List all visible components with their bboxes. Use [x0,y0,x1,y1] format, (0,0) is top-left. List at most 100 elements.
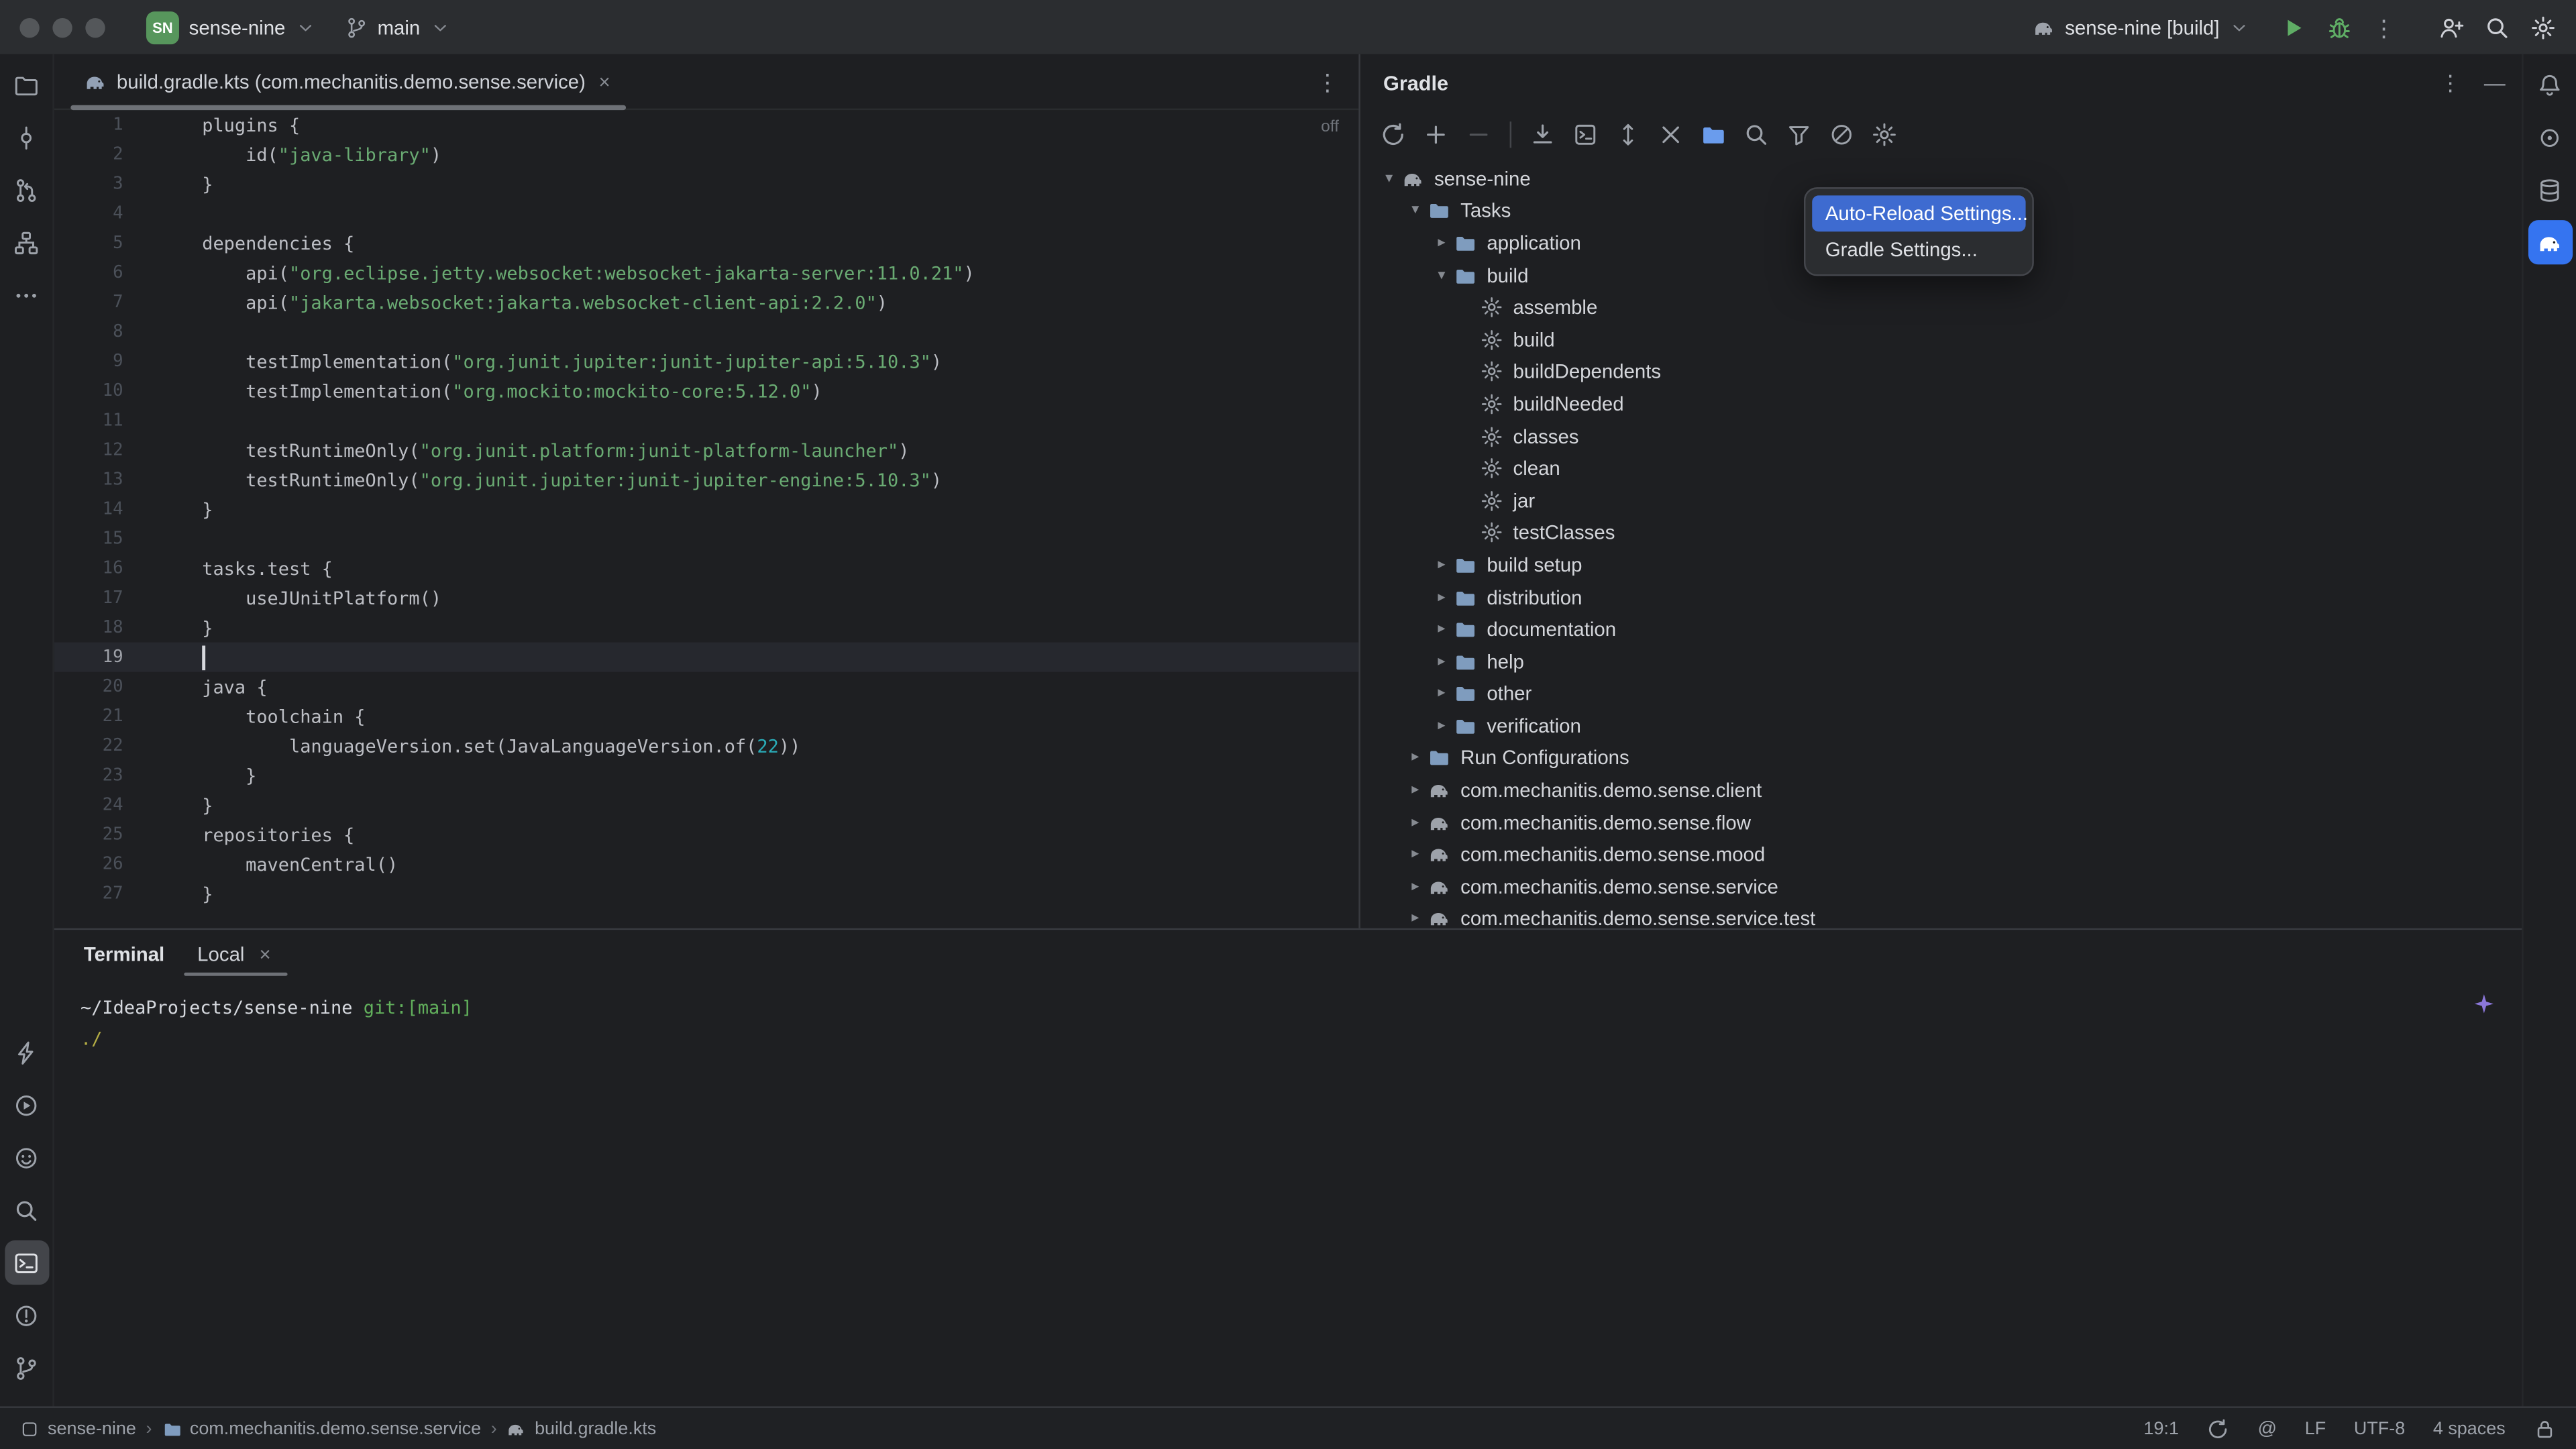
gradle-tree-item[interactable]: ▸ other [1360,678,2522,710]
code-line[interactable]: 24} [54,790,1358,820]
gradle-tree-item[interactable]: ▸ distribution [1360,581,2522,613]
group-tasks-button[interactable] [1694,114,1733,154]
code-line[interactable]: 10 testImplementation("org.mockito:mocki… [54,376,1358,406]
gradle-tree-item[interactable]: build [1360,323,2522,356]
caret-position[interactable]: 19:1 [2144,1419,2179,1438]
tool-stripe-database-button[interactable] [2528,168,2572,212]
execute-task-button[interactable] [1566,114,1605,154]
tree-toggle-icon[interactable]: ▸ [1430,686,1454,702]
tree-toggle-icon[interactable]: ▸ [1430,653,1454,669]
tree-toggle-icon[interactable]: ▸ [1430,235,1454,251]
code-line[interactable]: 19 [54,642,1359,672]
code-line[interactable]: 11 [54,406,1358,435]
tool-stripe-run-button[interactable] [4,1083,48,1127]
line-number[interactable]: 10 [54,381,153,400]
code-line[interactable]: 2 id("java-library") [54,140,1358,169]
code-line[interactable]: 7 api("jakarta.websocket:jakarta.websock… [54,288,1358,317]
line-number[interactable]: 17 [54,588,153,608]
tree-toggle-icon[interactable]: ▾ [1377,170,1401,186]
close-icon[interactable]: × [256,943,274,966]
code-line[interactable]: 15 [54,524,1358,553]
tree-toggle-icon[interactable]: ▸ [1430,557,1454,573]
gradle-tree-item[interactable]: ▸ help [1360,645,2522,678]
gradle-tree-item[interactable]: ▸ build setup [1360,549,2522,581]
tool-stripe-problems-button[interactable] [4,1293,48,1337]
line-number[interactable]: 16 [54,559,153,578]
gradle-tree-item[interactable]: clean [1360,452,2522,484]
settings-button[interactable] [2530,14,2556,40]
code-line[interactable]: 27} [54,879,1358,908]
search-everywhere-button[interactable] [2484,14,2510,40]
indent-indicator[interactable]: 4 spaces [2433,1419,2506,1438]
code-line[interactable]: 22 languageVersion.set(JavaLanguageVersi… [54,731,1358,761]
tree-toggle-icon[interactable]: ▸ [1430,621,1454,637]
breadcrumb-item[interactable]: com.mechanitis.demo.sense.service [162,1419,481,1438]
gradle-tree-item[interactable]: assemble [1360,291,2522,323]
line-number[interactable]: 2 [54,145,153,164]
line-number[interactable]: 12 [54,440,153,460]
tool-stripe-gradle-button[interactable] [2527,220,2572,265]
gradle-tree-item[interactable]: testClasses [1360,517,2522,549]
code-line[interactable]: 9 testImplementation("org.junit.jupiter:… [54,347,1358,376]
tree-toggle-icon[interactable]: ▸ [1430,718,1454,734]
tool-stripe-notifications-button[interactable] [2528,62,2572,107]
tool-stripe-ai-assistant-button[interactable] [2528,115,2572,159]
code-line[interactable]: 16 tasks.test { [54,553,1358,583]
code-line[interactable]: 21 toolchain { [54,702,1358,731]
tool-stripe-pull-requests-button[interactable] [4,168,48,212]
line-number[interactable]: 3 [54,174,153,194]
line-number[interactable]: 11 [54,411,153,430]
gradle-tree-item[interactable]: ▸ verification [1360,710,2522,742]
line-number[interactable]: 25 [54,824,153,844]
line-number[interactable]: 4 [54,204,153,223]
code-line[interactable]: 8 [54,317,1358,347]
gradle-tree-item[interactable]: ▸ com.mechanitis.demo.sense.service [1360,871,2522,903]
tool-stripe-search-button[interactable] [4,1188,48,1232]
tree-toggle-icon[interactable]: ▾ [1403,203,1428,219]
sync-status-icon[interactable] [2207,1417,2230,1440]
tree-toggle-icon[interactable]: ▸ [1403,782,1428,798]
editor-tabs-options-button[interactable]: ⋮ [1296,70,1358,93]
traffic-light-minimize[interactable] [52,17,72,38]
code-line[interactable]: 1 plugins { [54,110,1358,140]
terminal-tab-local[interactable]: Local × [181,943,290,976]
line-number[interactable]: 19 [54,647,153,667]
code-line[interactable]: 17 useJUnitPlatform() [54,583,1358,612]
line-ending-indicator[interactable]: LF [2305,1419,2326,1438]
code-line[interactable]: 3} [54,169,1358,199]
line-number[interactable]: 13 [54,470,153,489]
project-widget[interactable]: SN sense-nine [135,6,327,49]
reload-button[interactable] [1373,114,1413,154]
add-button[interactable] [1416,114,1456,154]
line-number[interactable]: 14 [54,499,153,519]
hide-tool-window-button[interactable]: — [2484,70,2506,95]
code-line[interactable]: 20 java { [54,672,1358,702]
ai-assistant-status-icon[interactable]: @ [2258,1419,2277,1438]
line-number[interactable]: 26 [54,854,153,873]
gradle-tree-item[interactable]: ▸ Run Configurations [1360,742,2522,774]
run-button[interactable] [2280,14,2306,40]
code-line[interactable]: 18} [54,612,1358,642]
terminal-ai-icon[interactable] [2473,992,2496,1015]
line-number[interactable]: 27 [54,884,153,904]
code-line[interactable]: 4 [54,199,1358,228]
menu-item[interactable]: Gradle Settings... [1812,231,2025,268]
code-line[interactable]: 5 dependencies { [54,228,1358,258]
menu-item[interactable]: Auto-Reload Settings... [1812,195,2028,232]
gradle-tree-item[interactable]: ▸ com.mechanitis.demo.sense.flow [1360,806,2522,839]
gradle-tree-item[interactable]: ▸ documentation [1360,613,2522,645]
vcs-branch-widget[interactable]: main [333,11,461,44]
inlay-hints-badge[interactable]: off [1321,118,1339,136]
offline-mode-button[interactable] [1822,114,1862,154]
line-number[interactable]: 21 [54,706,153,726]
tool-stripe-build-button[interactable] [4,1030,48,1075]
terminal-output[interactable]: ~/IdeaProjects/sense-nine git:[main] ./ [54,976,2522,1407]
code-line[interactable]: 14} [54,494,1358,524]
breadcrumb-item[interactable]: sense-nine [19,1419,136,1438]
debug-button[interactable] [2326,14,2353,40]
find-task-button[interactable] [1737,114,1776,154]
tool-stripe-terminal-button[interactable] [4,1240,49,1285]
tree-toggle-icon[interactable]: ▸ [1430,589,1454,605]
gradle-tree-item[interactable]: classes [1360,420,2522,452]
tool-stripe-commit-button[interactable] [4,115,48,159]
